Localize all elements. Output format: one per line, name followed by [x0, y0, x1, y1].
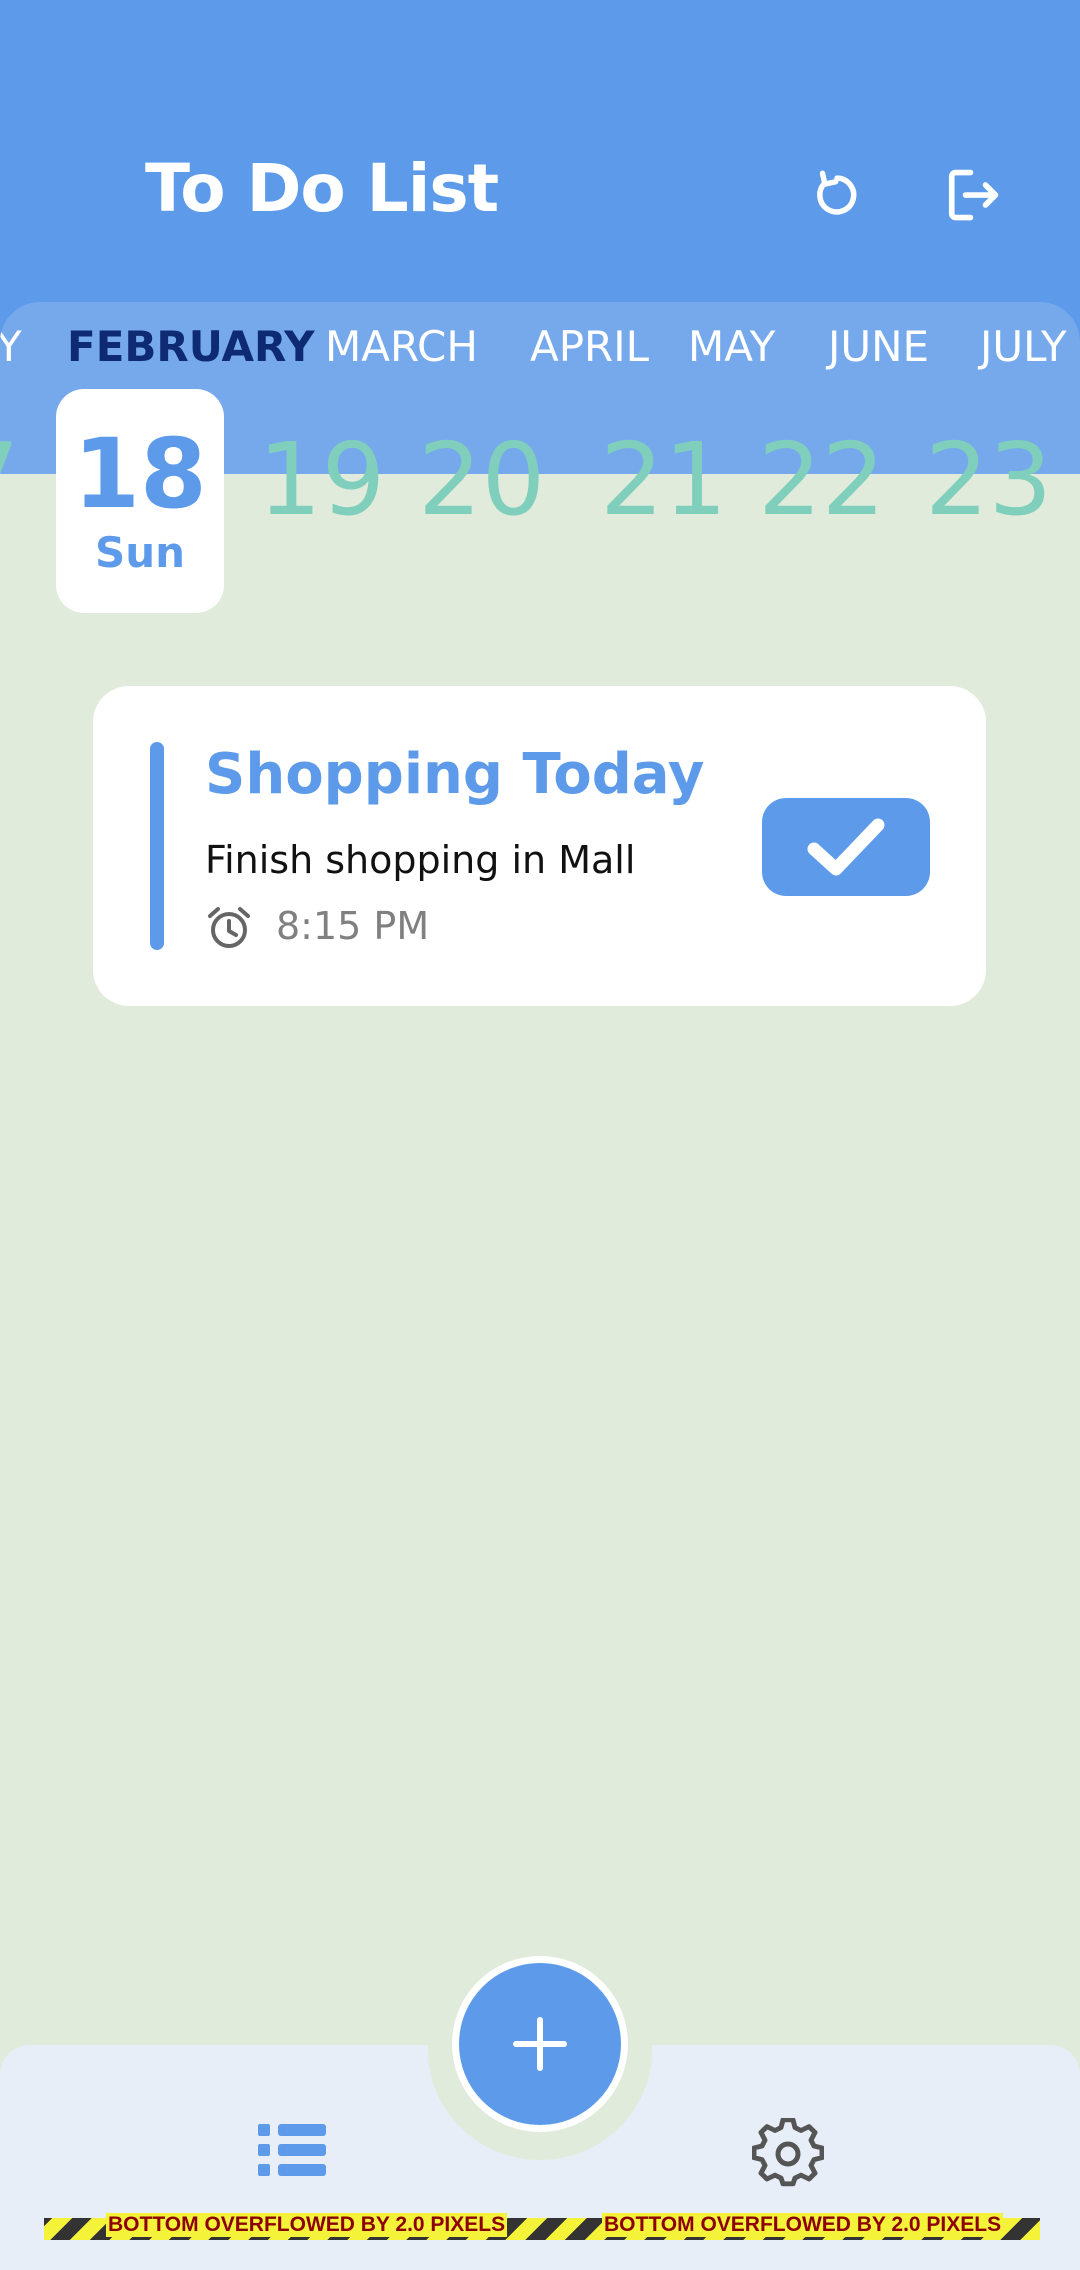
- day-item[interactable]: 20: [418, 430, 545, 530]
- month-item[interactable]: APRIL: [530, 322, 649, 371]
- selected-day-number: 18: [73, 417, 207, 530]
- alarm-icon: [208, 907, 250, 948]
- add-task-button[interactable]: [452, 1956, 628, 2132]
- gear-icon[interactable]: [752, 2118, 824, 2190]
- overflow-warning-text: BOTTOM OVERFLOWED BY 2.0 PIXELS: [106, 2213, 508, 2237]
- logout-icon: [948, 169, 999, 221]
- check-icon: [807, 818, 885, 876]
- month-item[interactable]: JUNE: [828, 322, 929, 371]
- plus-icon: [513, 2017, 567, 2071]
- day-item[interactable]: 21: [600, 430, 727, 530]
- day-item-selected[interactable]: 18 Sun: [56, 389, 224, 613]
- overflow-warning-text: BOTTOM OVERFLOWED BY 2.0 PIXELS: [602, 2213, 1004, 2237]
- month-item[interactable]: MARCH: [325, 322, 478, 371]
- selected-day-weekday: Sun: [94, 527, 186, 577]
- refresh-button[interactable]: [797, 155, 877, 235]
- complete-task-button[interactable]: [762, 798, 930, 896]
- list-icon[interactable]: [256, 2120, 328, 2180]
- task-description: Finish shopping in Mall: [205, 838, 636, 882]
- day-item[interactable]: 22: [758, 430, 885, 530]
- refresh-icon: [817, 170, 857, 215]
- app-title: To Do List: [145, 150, 499, 227]
- day-item[interactable]: 7: [0, 430, 20, 530]
- day-item[interactable]: 23: [925, 430, 1052, 530]
- month-item[interactable]: MAY: [688, 322, 775, 371]
- task-accent-bar: [150, 742, 164, 950]
- task-title: Shopping Today: [205, 742, 705, 807]
- task-time: 8:15 PM: [276, 904, 430, 948]
- month-item[interactable]: Y: [0, 322, 22, 371]
- task-card[interactable]: Shopping Today Finish shopping in Mall 8…: [93, 686, 986, 1006]
- day-item[interactable]: 19: [258, 430, 385, 530]
- month-item[interactable]: JULY: [980, 322, 1067, 371]
- month-item-active[interactable]: FEBRUARY: [67, 322, 315, 371]
- logout-button[interactable]: [933, 155, 1013, 235]
